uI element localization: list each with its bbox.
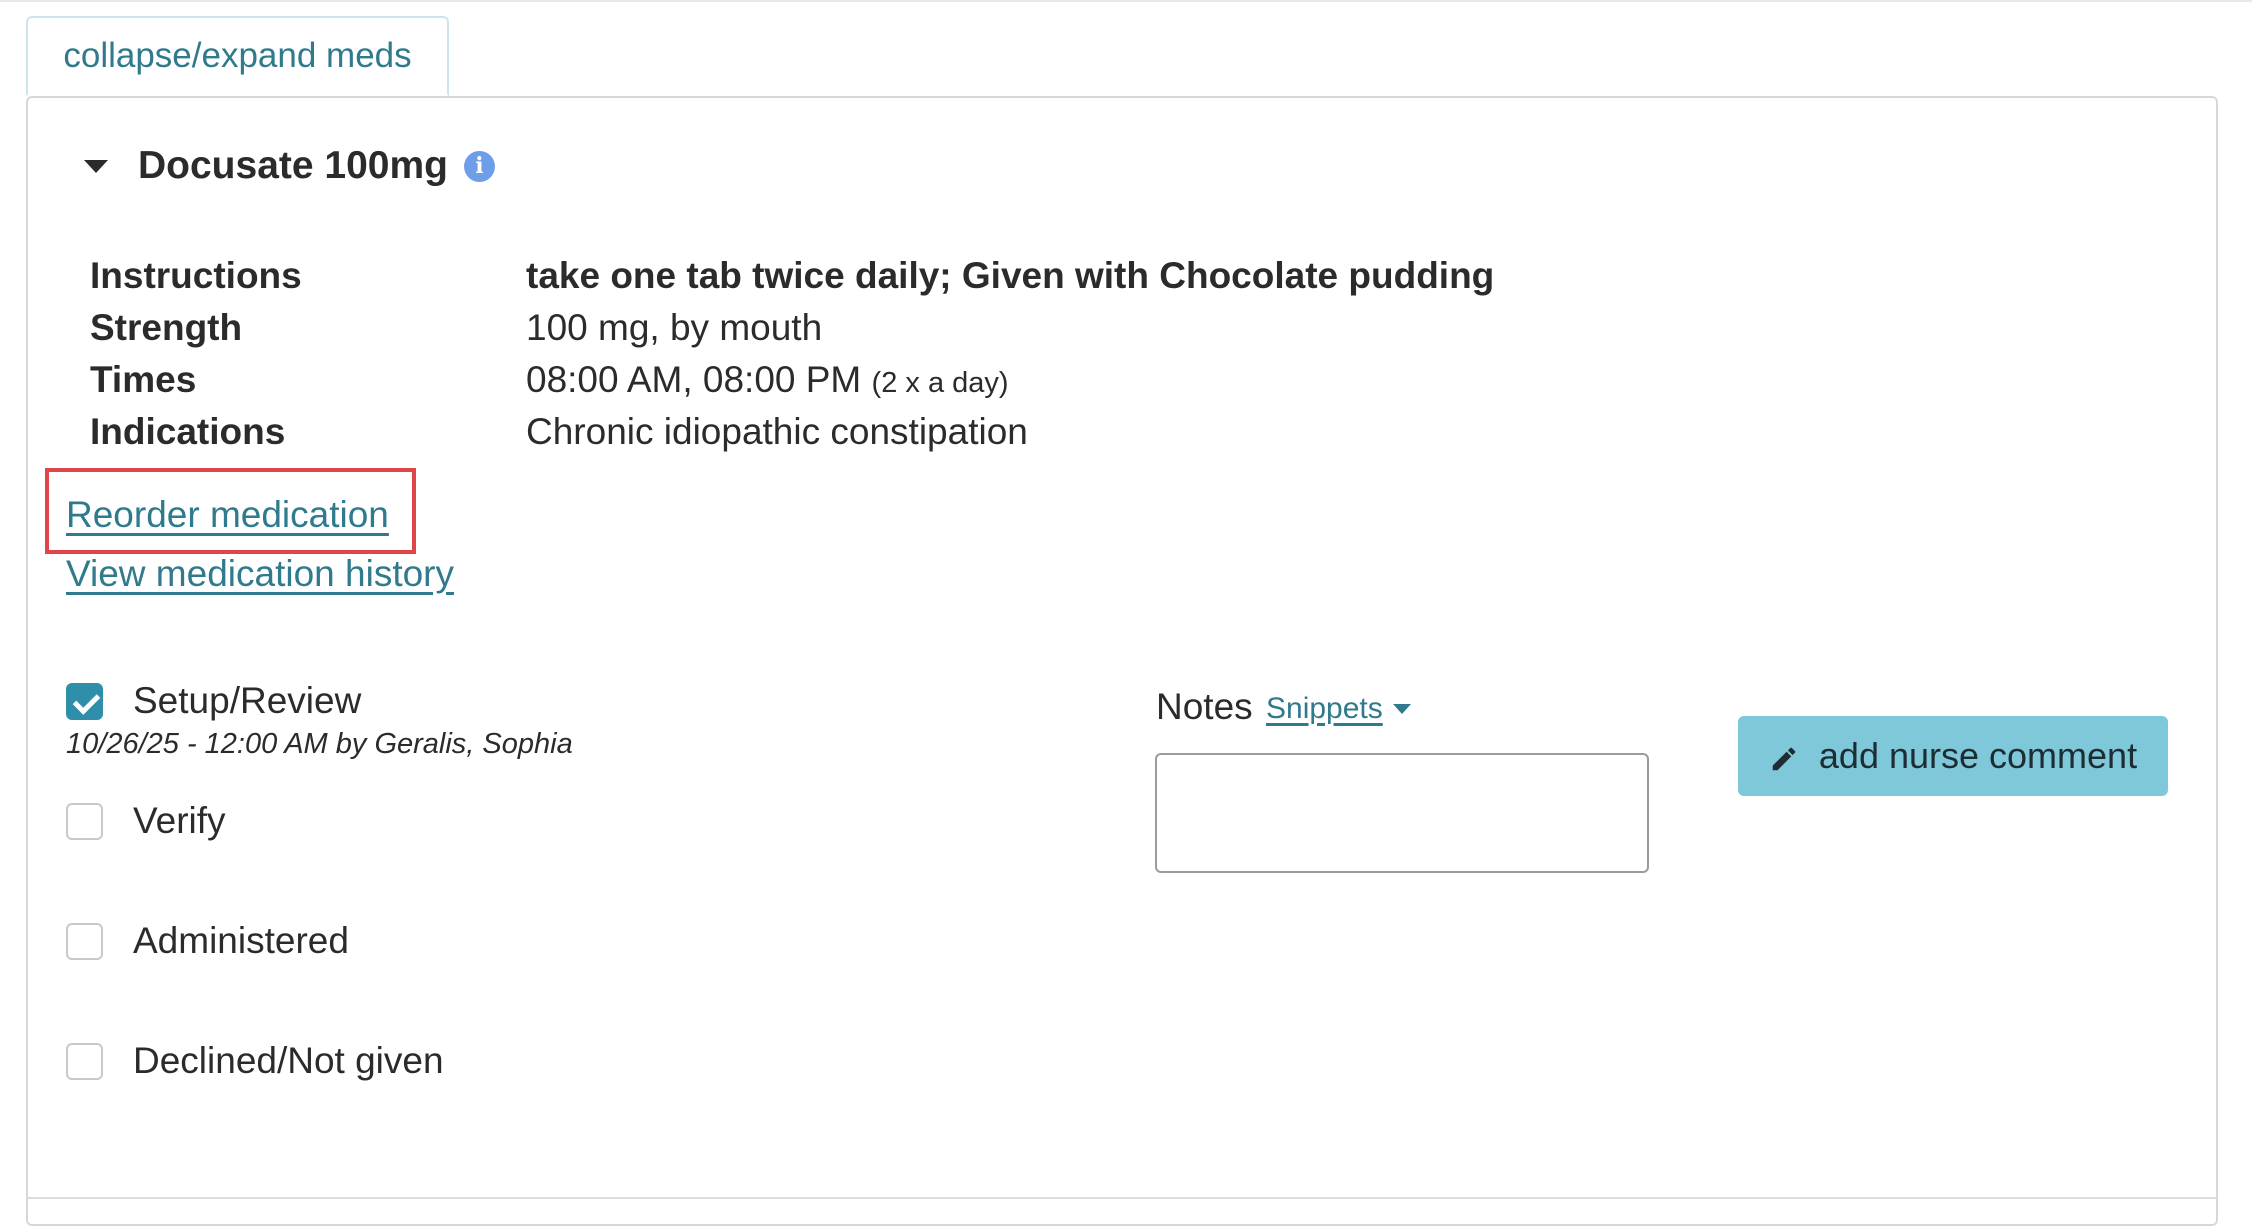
indications-label: Indications bbox=[90, 411, 286, 452]
detail-row-strength: Strength 100 mg, by mouth bbox=[90, 302, 1494, 354]
times-frequency: (2 x a day) bbox=[871, 367, 1009, 399]
add-nurse-comment-label: add nurse comment bbox=[1818, 735, 2138, 776]
verify-label: Verify bbox=[133, 800, 226, 841]
administered-row: Administered bbox=[66, 920, 349, 962]
administered-checkbox[interactable] bbox=[66, 922, 103, 960]
caret-down-icon[interactable] bbox=[84, 159, 108, 173]
view-medication-history-link[interactable]: View medication history bbox=[66, 553, 454, 595]
detail-row-times: Times 08:00 AM, 08:00 PM (2 x a day) bbox=[90, 354, 1494, 406]
panel-bottom-divider bbox=[26, 1197, 2218, 1199]
times-value: 08:00 AM, 08:00 PM bbox=[526, 359, 862, 400]
medication-details: Instructions take one tab twice daily; G… bbox=[90, 250, 1494, 458]
strength-label: Strength bbox=[90, 307, 243, 348]
notes-label: Notes bbox=[1156, 686, 1253, 727]
setup-review-checkbox[interactable] bbox=[66, 682, 103, 720]
strength-value: 100 mg, by mouth bbox=[526, 307, 823, 348]
verify-row: Verify bbox=[66, 800, 226, 842]
times-label: Times bbox=[90, 359, 197, 400]
verify-checkbox[interactable] bbox=[66, 802, 103, 840]
times-value-wrap: 08:00 AM, 08:00 PM (2 x a day) bbox=[526, 359, 1009, 401]
medication-header: Docusate 100mg i bbox=[84, 140, 495, 192]
reorder-medication-link[interactable]: Reorder medication bbox=[66, 494, 389, 536]
declined-row: Declined/Not given bbox=[66, 1040, 444, 1082]
notes-input[interactable] bbox=[1155, 753, 1649, 873]
snippets-label: Snippets bbox=[1266, 692, 1383, 725]
declined-checkbox[interactable] bbox=[66, 1042, 103, 1080]
info-icon[interactable]: i bbox=[463, 150, 495, 182]
setup-review-meta: 10/26/25 - 12:00 AM by Geralis, Sophia bbox=[66, 728, 573, 760]
medication-title: Docusate 100mg bbox=[138, 144, 448, 187]
indications-value: Chronic idiopathic constipation bbox=[526, 411, 1028, 452]
add-nurse-comment-button[interactable]: add nurse comment bbox=[1738, 716, 2168, 796]
declined-label: Declined/Not given bbox=[133, 1040, 444, 1081]
top-divider bbox=[0, 0, 2252, 2]
detail-row-instructions: Instructions take one tab twice daily; G… bbox=[90, 250, 1494, 302]
setup-review-label: Setup/Review bbox=[133, 680, 362, 721]
instructions-value: take one tab twice daily; Given with Cho… bbox=[526, 255, 1495, 296]
detail-row-indications: Indications Chronic idiopathic constipat… bbox=[90, 406, 1494, 458]
administered-label: Administered bbox=[133, 920, 349, 961]
instructions-label: Instructions bbox=[90, 255, 302, 296]
setup-review-row: Setup/Review bbox=[66, 680, 361, 722]
chevron-down-icon bbox=[1392, 704, 1411, 714]
snippets-dropdown[interactable]: Snippets bbox=[1266, 692, 1411, 726]
collapse-expand-meds-button[interactable]: collapse/expand meds bbox=[26, 16, 449, 96]
pencil-icon bbox=[1769, 741, 1799, 771]
